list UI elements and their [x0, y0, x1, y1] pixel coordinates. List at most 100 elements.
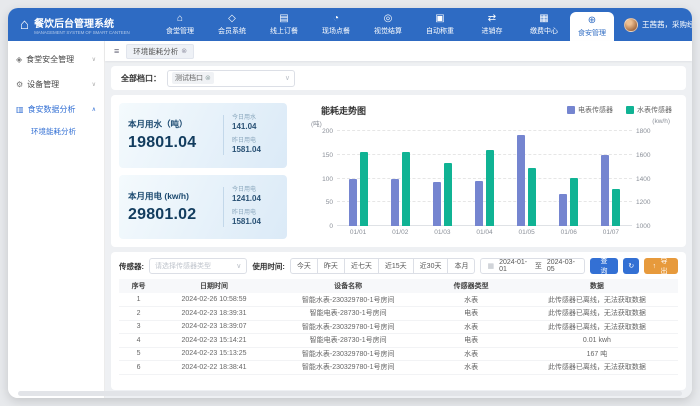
quick-range-5[interactable]: 本月 — [447, 258, 475, 274]
nav-item-member-system[interactable]: ◇会员系统 — [206, 8, 258, 41]
table-cell: 此传感器已离线，无法获取数据 — [516, 293, 678, 307]
horizontal-scrollbar[interactable] — [18, 391, 682, 396]
bar-水表传感器-01/05 — [528, 168, 536, 226]
table-cell: 水表 — [426, 293, 515, 307]
bar-电表传感器-01/06 — [559, 194, 567, 226]
legend-label: 水表传感器 — [637, 105, 672, 115]
table-cell: 水表 — [426, 361, 515, 375]
bar-水表传感器-01/01 — [360, 152, 368, 226]
app-title: 餐饮后台管理系统 — [34, 15, 130, 30]
refresh-button[interactable]: ↻ — [623, 258, 639, 274]
table-cell: 6 — [119, 361, 158, 375]
electric-value: 29801.02 — [128, 206, 221, 224]
bar-group-01/03 — [421, 131, 463, 226]
column-header: 序号 — [119, 279, 158, 293]
table-cell: 2024-02-22 18:38:41 — [158, 361, 270, 375]
table-row[interactable]: 52024-02-23 15:13:25智能水表-230329780-1号房间水… — [119, 347, 678, 361]
legend-电表传感器[interactable]: 电表传感器 — [567, 105, 613, 115]
nav-item-visual-checkout[interactable]: ◎视觉结算 — [362, 8, 414, 41]
bar-电表传感器-01/01 — [349, 179, 357, 227]
date-end[interactable]: 2024-03-05 — [547, 259, 578, 273]
water-title: 本月用水（吨） — [128, 118, 221, 130]
table-cell: 智能水表-230329780-1号房间 — [270, 361, 427, 375]
sidebar-item-label: 食安数据分析 — [28, 104, 76, 115]
bar-电表传感器-01/03 — [433, 182, 441, 226]
stall-tag-close-icon[interactable]: ⊗ — [205, 74, 211, 82]
nav-item-canteen-management[interactable]: ⌂食堂管理 — [154, 8, 206, 41]
chevron-icon: ∧ — [92, 106, 96, 113]
payment-center-icon: ▦ — [539, 14, 548, 24]
table-row[interactable]: 12024-02-26 10:58:59智能水表-230329780-1号房间水… — [119, 293, 678, 307]
sidebar-item-label: 设备管理 — [27, 79, 59, 90]
nav-item-payment-center[interactable]: ▦缴费中心 — [518, 8, 570, 41]
inventory-icon: ⇄ — [488, 14, 496, 24]
export-button[interactable]: ↑ 导出 — [644, 258, 678, 274]
content-area: ≡ 环境能耗分析 ⊗ 全部档口： 测试档口 ⊗ ∨ — [105, 41, 692, 398]
quick-range-3[interactable]: 近15天 — [378, 258, 414, 274]
search-button[interactable]: 查询 — [590, 258, 619, 274]
bar-电表传感器-01/02 — [391, 179, 399, 227]
stall-filter-label: 全部档口： — [121, 73, 161, 84]
user-name: 王茜茜，采购经理 — [642, 19, 692, 30]
online-ordering-icon: ▤ — [279, 14, 288, 24]
device-management-icon: ⚙ — [16, 81, 23, 89]
x-axis-label: 01/03 — [421, 229, 463, 236]
divider — [223, 187, 224, 227]
bar-group-01/07 — [590, 131, 632, 226]
table-row[interactable]: 32024-02-23 18:39:07智能水表-230329780-1号房间水… — [119, 320, 678, 334]
nav-item-food-safety[interactable]: ⊕食安管理 — [570, 12, 614, 41]
bar-水表传感器-01/06 — [570, 178, 578, 226]
table-row[interactable]: 42024-02-23 15:14:21智能电表-28730-1号房间电表0.0… — [119, 334, 678, 348]
right-axis-tick: 1000 — [636, 223, 670, 230]
top-nav: ⌂食堂管理◇会员系统▤线上订餐◔现场点餐◎视觉结算▣自动称重 ⇄ 进销存 ▦缴费中心⊕… — [154, 8, 614, 41]
quick-range-1[interactable]: 昨天 — [317, 258, 345, 274]
left-axis-unit: (吨) — [311, 118, 322, 128]
quick-range-4[interactable]: 近30天 — [413, 258, 449, 274]
quick-range-2[interactable]: 近七天 — [344, 258, 379, 274]
bar-group-01/05 — [506, 131, 548, 226]
sidebar-item-safety-data-analysis[interactable]: ▥食安数据分析∧ — [8, 97, 104, 122]
sidebar-subitem-env-energy-analysis[interactable]: 环境能耗分析 — [8, 122, 104, 141]
sensor-type-select[interactable]: 请选择传感器类型 ∨ — [149, 258, 247, 274]
date-range-picker[interactable]: ▦ 2024-01-01 至 2024-03-05 — [480, 258, 584, 274]
nav-item-onsite-ordering[interactable]: ◔现场点餐 — [310, 8, 362, 41]
table-cell: 5 — [119, 347, 158, 361]
calendar-icon: ▦ — [487, 262, 494, 270]
sidebar-item-device-management[interactable]: ⚙设备管理∨ — [8, 72, 104, 97]
date-separator: 至 — [535, 261, 542, 271]
avatar[interactable] — [624, 18, 638, 32]
nav-item-online-ordering[interactable]: ▤线上订餐 — [258, 8, 310, 41]
canteen-safety-icon: ◈ — [16, 56, 22, 64]
nav-item-inventory[interactable]: ⇄ 进销存 — [466, 8, 518, 41]
legend-水表传感器[interactable]: 水表传感器 — [626, 105, 672, 115]
sidebar-item-canteen-safety[interactable]: ◈食堂安全管理∨ — [8, 47, 104, 72]
tab-env-energy[interactable]: 环境能耗分析 ⊗ — [126, 44, 194, 59]
nav-item-label: 进销存 — [482, 26, 503, 36]
collapse-sidebar-icon[interactable]: ≡ — [114, 46, 119, 56]
refresh-icon: ↻ — [628, 262, 634, 270]
table-cell: 智能水表-230329780-1号房间 — [270, 320, 427, 334]
nav-item-auto-weighing[interactable]: ▣自动称重 — [414, 8, 466, 41]
tab-close-icon[interactable]: ⊗ — [181, 47, 187, 55]
chevron-down-icon: ∨ — [236, 262, 241, 270]
right-axis-unit: (kw/h) — [652, 118, 670, 125]
stall-filter-card: 全部档口： 测试档口 ⊗ ∨ — [111, 66, 686, 90]
user-chip[interactable]: 王茜茜，采购经理 ⋮ — [614, 8, 692, 41]
bar-group-01/06 — [548, 131, 590, 226]
right-axis-tick: 1200 — [636, 199, 670, 206]
table-row[interactable]: 62024-02-22 18:38:41智能水表-230329780-1号房间水… — [119, 361, 678, 375]
quick-range-0[interactable]: 今天 — [290, 258, 318, 274]
table-cell: 智能电表-28730-1号房间 — [270, 307, 427, 321]
bar-电表传感器-01/07 — [601, 155, 609, 226]
table-row[interactable]: 22024-02-23 18:39:31智能电表-28730-1号房间电表此传感… — [119, 307, 678, 321]
table-cell: 电表 — [426, 307, 515, 321]
bar-电表传感器-01/04 — [475, 181, 483, 226]
water-today-value: 141.04 — [232, 122, 278, 131]
top-header: ⌂ 餐饮后台管理系统 MANAGEMENT SYSTEM OF SMART CA… — [8, 8, 692, 41]
stall-select[interactable]: 测试档口 ⊗ ∨ — [167, 70, 295, 87]
x-axis-label: 01/02 — [379, 229, 421, 236]
sidebar: ◈食堂安全管理∨⚙设备管理∨▥食安数据分析∧环境能耗分析 — [8, 41, 105, 398]
x-axis-label: 01/07 — [590, 229, 632, 236]
date-start[interactable]: 2024-01-01 — [499, 259, 530, 273]
nav-item-label: 会员系统 — [218, 26, 246, 36]
